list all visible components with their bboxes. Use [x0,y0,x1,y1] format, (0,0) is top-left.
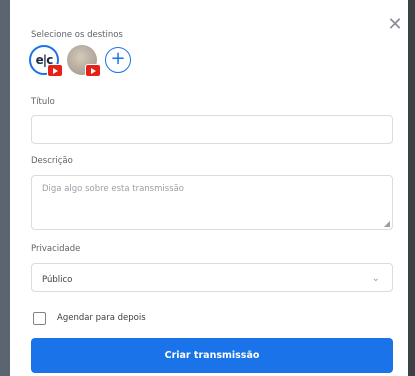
privacy-selected-value: Público [42,275,73,285]
description-placeholder: Diga algo sobre esta transmissão [42,184,185,194]
destinations-label: Selecione os destinos [31,30,123,40]
privacy-select[interactable]: Público ⌄ [31,263,393,292]
destination-channel-1[interactable]: e|c [29,45,63,77]
add-destination-button[interactable]: + [105,47,131,73]
backdrop-left [0,0,10,376]
chevron-down-icon: ⌄ [371,273,380,284]
privacy-label: Privacidade [31,244,81,254]
destinations-row: e|c + [29,44,131,77]
youtube-icon [85,64,101,77]
create-stream-button[interactable]: Criar transmissão [31,338,393,373]
create-stream-modal: ✕ Selecione os destinos e|c + Título Des… [10,0,408,376]
close-icon[interactable]: ✕ [384,14,406,36]
description-label: Descrição [31,156,73,166]
title-input[interactable] [31,115,393,144]
description-textarea[interactable]: Diga algo sobre esta transmissão ◢ [31,175,393,230]
youtube-icon [47,64,63,77]
title-label: Título [31,97,55,107]
resize-handle-icon[interactable]: ◢ [384,219,390,228]
schedule-label[interactable]: Agendar para depois [57,313,146,323]
schedule-checkbox[interactable] [33,312,46,325]
destination-channel-2[interactable] [67,45,101,77]
backdrop-right [408,0,415,376]
